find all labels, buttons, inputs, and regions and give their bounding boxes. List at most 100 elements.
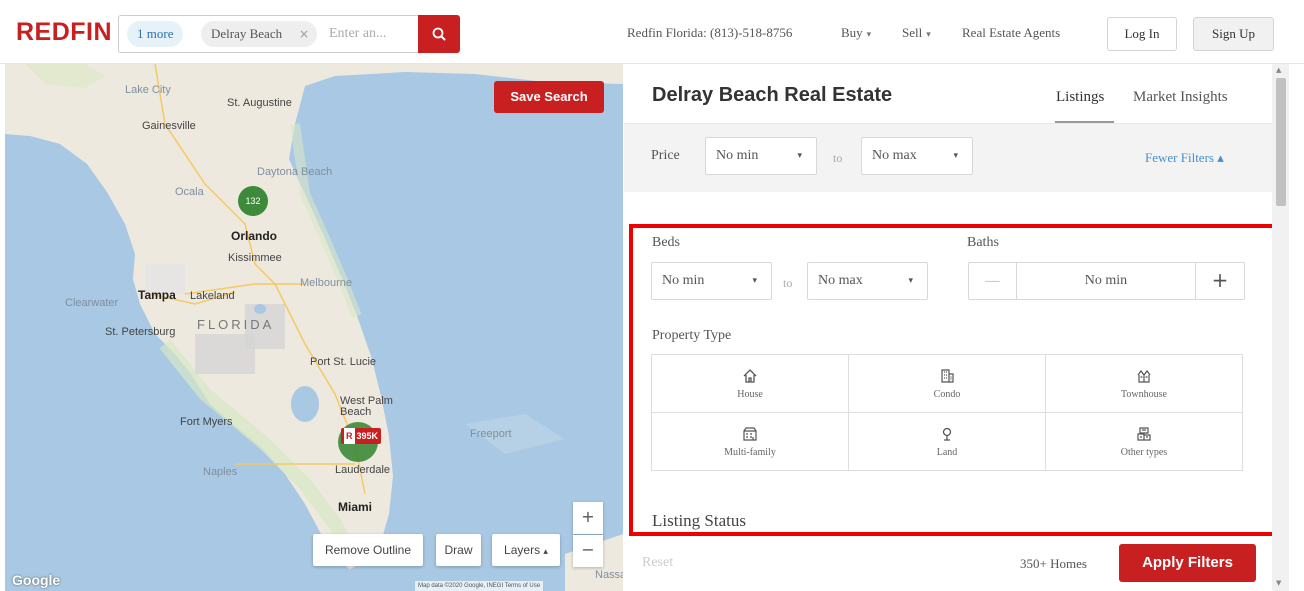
price-label: Price xyxy=(651,148,680,163)
beds-to-label: to xyxy=(783,276,793,290)
chevron-down-icon: ▾ xyxy=(752,276,757,286)
phone-number[interactable]: Redfin Florida: (813)-518-8756 xyxy=(627,25,792,41)
property-type-label-townhouse: Townhouse xyxy=(1121,389,1167,400)
price-min-value: No min xyxy=(716,148,759,163)
search-input[interactable] xyxy=(329,22,417,46)
map-label-gainesville: Gainesville xyxy=(142,120,196,132)
property-type-land[interactable]: Land xyxy=(849,413,1046,470)
map-label-port-st-lucie: Port St. Lucie xyxy=(310,356,377,368)
top-header: REDFIN 1 more Delray Beach × Redfin Flor… xyxy=(0,0,1304,64)
zoom-out-button[interactable]: − xyxy=(573,535,603,567)
beds-min-value: No min xyxy=(662,273,705,288)
search-button[interactable] xyxy=(418,15,460,53)
property-type-multi-family[interactable]: Multi-family xyxy=(652,413,849,470)
beds-max-select[interactable]: No max ▾ xyxy=(807,262,928,300)
search-icon xyxy=(432,27,446,41)
redfin-pin-icon: R xyxy=(344,428,355,444)
signup-button[interactable]: Sign Up xyxy=(1193,17,1274,51)
save-search-button[interactable]: Save Search xyxy=(494,81,604,113)
property-type-other-types[interactable]: Other types xyxy=(1046,413,1242,470)
baths-decrement-button[interactable]: — xyxy=(969,263,1017,299)
chip-remove-icon[interactable]: × xyxy=(299,21,309,47)
chevron-down-icon: ▾ xyxy=(797,151,802,161)
listing-status-heading: Listing Status xyxy=(652,511,746,530)
remove-outline-button[interactable]: Remove Outline xyxy=(313,534,423,566)
baths-label: Baths xyxy=(967,235,999,250)
map-label-fort-myers: Fort Myers xyxy=(180,416,233,428)
nav-real-estate-agents[interactable]: Real Estate Agents xyxy=(962,25,1060,41)
other-types-icon xyxy=(1137,427,1151,441)
map-attribution[interactable]: Map data ©2020 Google, INEGI Terms of Us… xyxy=(415,581,544,591)
draw-button[interactable]: Draw xyxy=(436,534,481,566)
townhouse-icon xyxy=(1137,370,1151,383)
map-label-daytona: Daytona Beach xyxy=(257,166,333,178)
chevron-up-icon: ▴ xyxy=(543,547,548,557)
beds-label: Beds xyxy=(652,235,680,250)
map-label-kissimmee: Kissimmee xyxy=(228,252,282,264)
reset-button[interactable]: Reset xyxy=(642,555,673,571)
tab-listings[interactable]: Listings xyxy=(1056,89,1104,106)
price-pin[interactable]: R 395K xyxy=(341,428,382,444)
nav-sell[interactable]: Sell ▾ xyxy=(902,25,931,41)
price-pin-value: 395K xyxy=(356,431,379,441)
google-logo: Google xyxy=(12,572,61,588)
page-title: Delray Beach Real Estate xyxy=(652,84,893,106)
map-label-melbourne: Melbourne xyxy=(300,277,352,289)
price-min-select[interactable]: No min ▾ xyxy=(705,137,817,175)
map-view[interactable]: Lake City St. Augustine Gainesville Dayt… xyxy=(5,64,623,591)
redfin-logo[interactable]: REDFIN xyxy=(16,18,112,47)
chevron-down-icon: ▾ xyxy=(926,30,931,40)
panel-scrollbar[interactable]: ▲ ▼ xyxy=(1272,64,1289,591)
scroll-down-icon[interactable]: ▼ xyxy=(1276,579,1281,587)
scroll-up-icon[interactable]: ▲ xyxy=(1276,66,1281,74)
map-land-shapes xyxy=(5,64,623,591)
property-type-label-multi-family: Multi-family xyxy=(724,447,776,458)
map-label-florida: FLORIDA xyxy=(197,317,275,332)
map-label-orlando: Orlando xyxy=(231,229,278,243)
price-max-value: No max xyxy=(872,148,917,163)
map-label-st-augustine: St. Augustine xyxy=(227,97,292,109)
location-search-box[interactable]: 1 more Delray Beach × xyxy=(118,15,418,53)
price-to-label: to xyxy=(833,151,843,165)
map-label-miami: Miami xyxy=(338,500,373,514)
chevron-down-icon: ▾ xyxy=(908,276,913,286)
login-button[interactable]: Log In xyxy=(1107,17,1177,51)
tab-market-insights[interactable]: Market Insights xyxy=(1133,89,1228,106)
property-type-grid: House Condo Townhouse Multi-family Land … xyxy=(651,354,1243,471)
apply-filters-button[interactable]: Apply Filters xyxy=(1119,544,1256,582)
property-type-condo[interactable]: Condo xyxy=(849,355,1046,413)
property-type-label-other-types: Other types xyxy=(1120,447,1168,458)
map-label-freeport: Freeport xyxy=(470,428,512,440)
layers-button[interactable]: Layers ▴ xyxy=(492,534,560,566)
home-count: 350+ Homes xyxy=(1020,556,1087,571)
map-label-nassau: Nassau xyxy=(595,569,623,581)
price-max-select[interactable]: No max ▾ xyxy=(861,137,973,175)
layers-label: Layers xyxy=(504,543,541,557)
beds-max-value: No max xyxy=(818,273,863,288)
baths-increment-button[interactable]: + xyxy=(1195,263,1244,299)
location-chip-delray-beach[interactable]: Delray Beach × xyxy=(201,21,317,47)
map-label-lake-city: Lake City xyxy=(125,84,171,96)
nav-sell-label: Sell xyxy=(902,25,923,40)
house-icon xyxy=(743,369,757,383)
scroll-thumb[interactable] xyxy=(1276,78,1286,206)
map-label-ocala: Ocala xyxy=(175,186,204,198)
map-label-tampa: Tampa xyxy=(138,288,176,302)
map-label-west-palm-beach: West Palm Beach xyxy=(340,395,393,418)
nav-buy[interactable]: Buy ▾ xyxy=(841,25,871,41)
map-label-st-petersburg: St. Petersburg xyxy=(105,326,176,338)
location-chip-label: Delray Beach xyxy=(211,26,283,41)
listing-cluster-marker[interactable]: 132 xyxy=(238,186,268,216)
beds-min-select[interactable]: No min ▾ xyxy=(651,262,772,300)
map-label-clearwater: Clearwater xyxy=(65,297,119,309)
more-locations-chip[interactable]: 1 more xyxy=(127,21,184,47)
map-label-naples: Naples xyxy=(203,466,238,478)
condo-icon xyxy=(941,369,954,383)
map-label-lakeland: Lakeland xyxy=(190,290,235,302)
property-type-townhouse[interactable]: Townhouse xyxy=(1046,355,1242,413)
fewer-filters-link[interactable]: Fewer Filters ▴ xyxy=(1145,150,1224,166)
property-type-label-house: House xyxy=(737,389,763,400)
property-type-label-condo: Condo xyxy=(933,389,961,400)
zoom-in-button[interactable]: + xyxy=(573,502,603,534)
property-type-house[interactable]: House xyxy=(652,355,849,413)
